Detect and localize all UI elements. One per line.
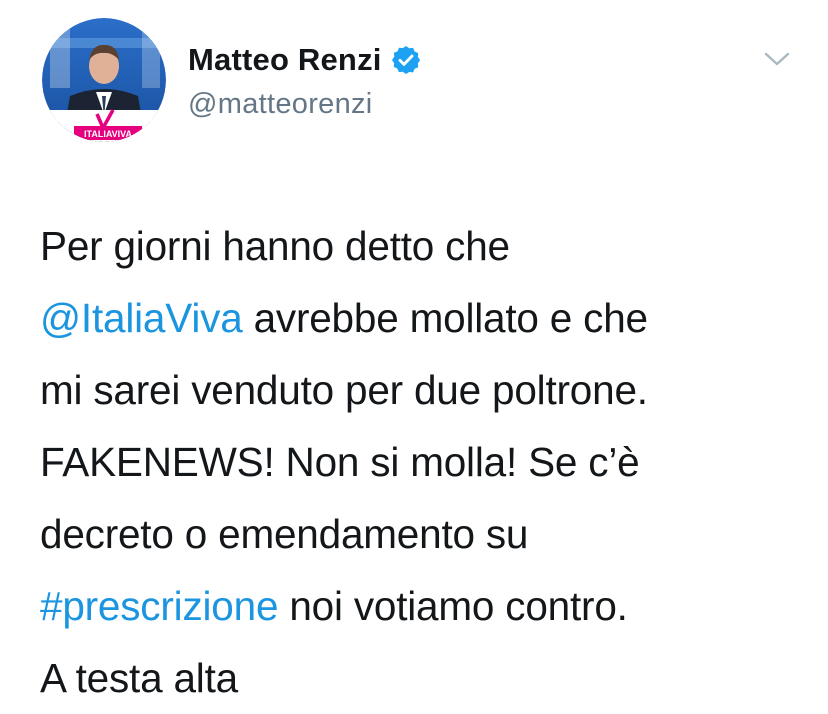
tweet-text-line: #prescrizione noi votiamo contro. (40, 570, 820, 642)
tweet-text-line: mi sarei venduto per due poltrone. (40, 354, 820, 426)
tweet-text-line: @ItaliaViva avrebbe mollato e che (40, 282, 820, 354)
avatar-logo-text: ITALIAVIVA (84, 129, 132, 139)
tweet-text-segment: Per giorni hanno detto che (40, 223, 510, 269)
tweet-text-line: Per giorni hanno detto che (40, 210, 820, 282)
mention-link[interactable]: @ItaliaViva (40, 295, 243, 341)
tweet-text-segment: mi sarei venduto per due poltrone. (40, 367, 648, 413)
user-handle[interactable]: @matteorenzi (188, 88, 422, 121)
avatar-photo: ITALIAVIVA (42, 18, 166, 142)
chevron-down-icon[interactable] (762, 48, 792, 70)
tweet-text-segment: A testa alta (40, 655, 238, 701)
display-name[interactable]: Matteo Renzi (188, 42, 382, 78)
tweet-text-line: decreto o emendamento su (40, 498, 820, 570)
author-info: Matteo Renzi @matteorenzi (188, 40, 422, 121)
verified-badge-icon (390, 44, 422, 76)
avatar[interactable]: ITALIAVIVA (42, 18, 166, 142)
tweet-card: ITALIAVIVA Matteo Renzi @matteorenzi Per… (0, 0, 828, 707)
tweet-text-segment: FAKENEWS! Non si molla! Se c’è (40, 439, 640, 485)
tweet-text: Per giorni hanno detto che @ItaliaViva av… (40, 210, 820, 714)
tweet-text-segment: noi votiamo contro. (278, 583, 628, 629)
name-row: Matteo Renzi (188, 40, 422, 80)
tweet-text-segment: decreto o emendamento su (40, 511, 529, 557)
hashtag-link[interactable]: #prescrizione (40, 583, 278, 629)
tweet-text-line: FAKENEWS! Non si molla! Se c’è (40, 426, 820, 498)
tweet-text-line: A testa alta (40, 642, 820, 714)
tweet-text-segment: avrebbe mollato e che (242, 295, 649, 341)
